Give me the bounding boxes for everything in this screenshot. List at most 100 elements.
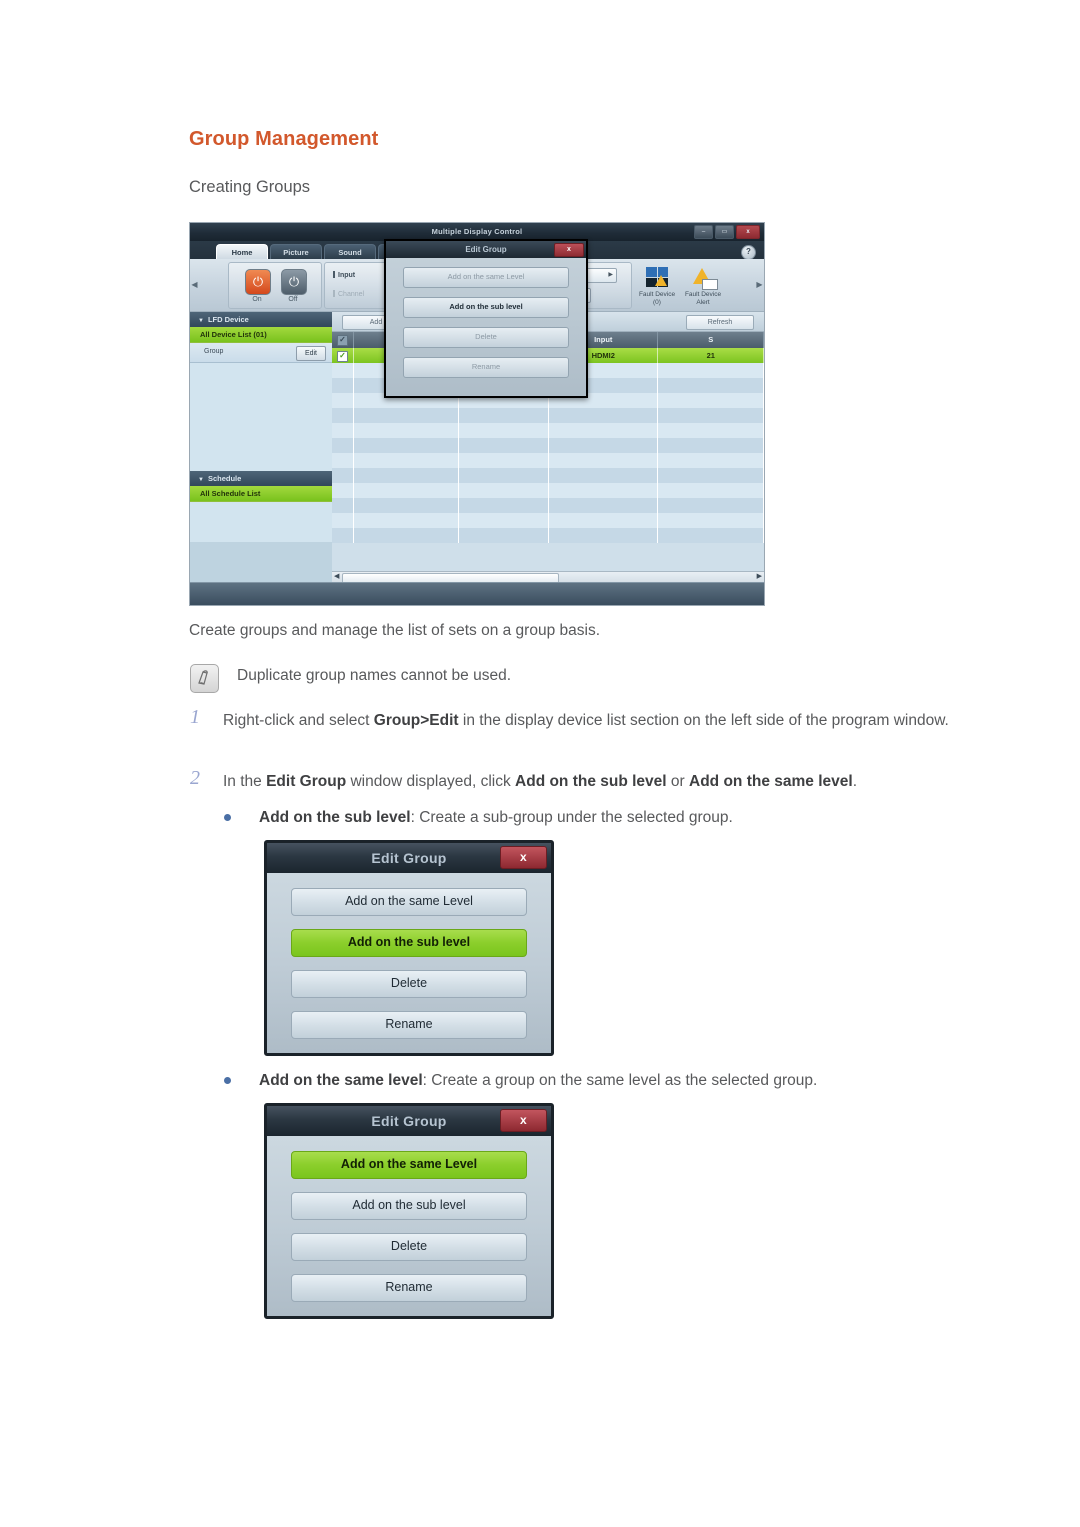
inline-dialog-title-bar: Edit Group x <box>386 241 586 258</box>
section-subtitle: Creating Groups <box>189 178 311 196</box>
edit-group-dialog-sub-level: Edit Group x Add on the same Level Add o… <box>264 840 554 1056</box>
scroll-right-icon[interactable]: ▶ <box>757 572 762 582</box>
table-empty-row <box>332 528 764 543</box>
add-on-sub-level-button[interactable]: Add on the sub level <box>291 929 527 957</box>
channel-label: Channel <box>333 290 364 298</box>
row-checkbox[interactable]: ✓ <box>336 351 348 362</box>
row-extra-cell: 21 <box>658 348 764 363</box>
bullet-point-icon <box>224 1077 231 1084</box>
window-controls: – ▭ x <box>694 225 760 239</box>
bullet-1-text: Add on the sub level: Create a sub-group… <box>259 809 733 826</box>
bullet-point-icon <box>224 814 231 821</box>
power-off-label: Off <box>288 296 298 303</box>
fault-device-alert-caption: Fault Device Alert <box>684 291 722 306</box>
dialog-body: Add on the same Level Add on the sub lev… <box>267 1136 551 1316</box>
table-header-checkbox-cell[interactable]: ✓ <box>332 332 354 348</box>
dialog-body: Add on the same Level Add on the sub lev… <box>267 873 551 1053</box>
app-screenshot-figure: Multiple Display Control – ▭ x Home Pict… <box>189 222 765 606</box>
table-empty-row <box>332 408 764 423</box>
fault-device-icon[interactable] <box>644 267 670 289</box>
inline-dialog-title: Edit Group <box>465 245 507 254</box>
ribbon-scroll-left-icon[interactable]: ◀ <box>191 279 198 291</box>
inline-dialog-close-button[interactable]: x <box>554 243 584 257</box>
play-arrow-icon: ▶ <box>608 272 613 278</box>
device-list-empty-area <box>190 363 332 471</box>
fault-device-alert-icon[interactable] <box>690 267 718 290</box>
bullet-2-text: Add on the same level: Create a group on… <box>259 1072 818 1089</box>
fault-device-caption: Fault Device (0) <box>638 291 676 306</box>
inline-delete-button[interactable]: Delete <box>403 327 569 348</box>
step-1-text: Right-click and select Group>Edit in the… <box>223 712 949 729</box>
note-icon <box>190 664 219 693</box>
table-empty-row <box>332 468 764 483</box>
step-2-number: 2 <box>190 767 200 789</box>
app-window-title: Multiple Display Control <box>431 227 523 236</box>
document-page: Group Management Creating Groups Multipl… <box>0 0 1080 1527</box>
maximize-button[interactable]: ▭ <box>715 225 734 239</box>
inline-add-sub-level-button[interactable]: Add on the sub level <box>403 297 569 318</box>
dialog-close-button[interactable]: x <box>500 846 547 869</box>
dialog-title-bar: Edit Group x <box>267 843 551 873</box>
edit-group-dialog-same-level: Edit Group x Add on the same Level Add o… <box>264 1103 554 1319</box>
minimize-button[interactable]: – <box>694 225 713 239</box>
group-label: Group <box>204 348 224 355</box>
delete-button[interactable]: Delete <box>291 1233 527 1261</box>
dialog-title: Edit Group <box>371 850 447 866</box>
inline-dialog-body: Add on the same Level Add on the sub lev… <box>386 258 586 396</box>
schedule-header[interactable]: ▼ Schedule <box>190 471 332 486</box>
lfd-device-header[interactable]: ▼ LFD Device <box>190 312 332 327</box>
table-empty-row <box>332 498 764 513</box>
add-on-same-level-button[interactable]: Add on the same Level <box>291 888 527 916</box>
tab-home[interactable]: Home <box>216 243 268 259</box>
power-on-label: On <box>252 296 262 303</box>
tab-picture[interactable]: Picture <box>270 243 322 259</box>
dialog-title: Edit Group <box>371 1113 447 1129</box>
app-status-bar <box>190 582 764 605</box>
power-group: ⏻ ⏻ On Off <box>228 262 322 309</box>
table-empty-row <box>332 423 764 438</box>
table-empty-row <box>332 513 764 528</box>
inline-rename-button[interactable]: Rename <box>403 357 569 378</box>
page-title: Group Management <box>189 128 379 150</box>
power-on-icon[interactable]: ⏻ <box>245 269 271 295</box>
scroll-left-icon[interactable]: ◀ <box>334 572 339 582</box>
group-edit-button[interactable]: Edit <box>295 346 326 361</box>
rename-button[interactable]: Rename <box>291 1274 527 1302</box>
all-device-list-item[interactable]: All Device List (01) <box>190 327 332 343</box>
envelope-icon <box>702 279 718 290</box>
step-2-text: In the Edit Group window displayed, clic… <box>223 773 857 790</box>
table-empty-row <box>332 438 764 453</box>
fault-device-group: Fault Device (0) Fault Device Alert <box>634 262 752 307</box>
memo-pencil-glyph <box>198 670 208 685</box>
dialog-title-bar: Edit Group x <box>267 1106 551 1136</box>
table-empty-row <box>332 483 764 498</box>
note-text: Duplicate group names cannot be used. <box>237 667 512 684</box>
all-schedule-list-item[interactable]: All Schedule List <box>190 486 332 502</box>
caret-down-icon: ▼ <box>198 477 204 483</box>
row-checkbox-cell[interactable]: ✓ <box>332 348 354 363</box>
add-on-sub-level-button[interactable]: Add on the sub level <box>291 1192 527 1220</box>
delete-button[interactable]: Delete <box>291 970 527 998</box>
table-empty-row <box>332 453 764 468</box>
warning-triangle-icon <box>655 275 667 286</box>
power-off-icon[interactable]: ⏻ <box>281 269 307 295</box>
select-all-checkbox[interactable]: ✓ <box>336 335 348 346</box>
device-list-panel: ▼ LFD Device All Device List (01) Group E… <box>190 312 333 583</box>
dialog-close-button[interactable]: x <box>500 1109 547 1132</box>
add-on-same-level-button[interactable]: Add on the same Level <box>291 1151 527 1179</box>
step-1-number: 1 <box>190 706 200 728</box>
input-label: Input <box>333 271 355 279</box>
refresh-button[interactable]: Refresh <box>686 315 754 330</box>
inline-edit-group-dialog: Edit Group x Add on the same Level Add o… <box>384 239 588 398</box>
inline-add-same-level-button[interactable]: Add on the same Level <box>403 267 569 288</box>
ribbon-scroll-right-icon[interactable]: ▶ <box>756 279 763 291</box>
caret-down-icon: ▼ <box>198 318 204 324</box>
group-row[interactable]: Group Edit <box>190 343 332 363</box>
schedule-empty-area <box>190 502 332 542</box>
intro-paragraph: Create groups and manage the list of set… <box>189 622 600 639</box>
table-header-extra: S <box>658 332 764 348</box>
tab-sound[interactable]: Sound <box>324 243 376 259</box>
help-icon[interactable]: ? <box>741 245 756 260</box>
close-button[interactable]: x <box>736 225 760 239</box>
rename-button[interactable]: Rename <box>291 1011 527 1039</box>
